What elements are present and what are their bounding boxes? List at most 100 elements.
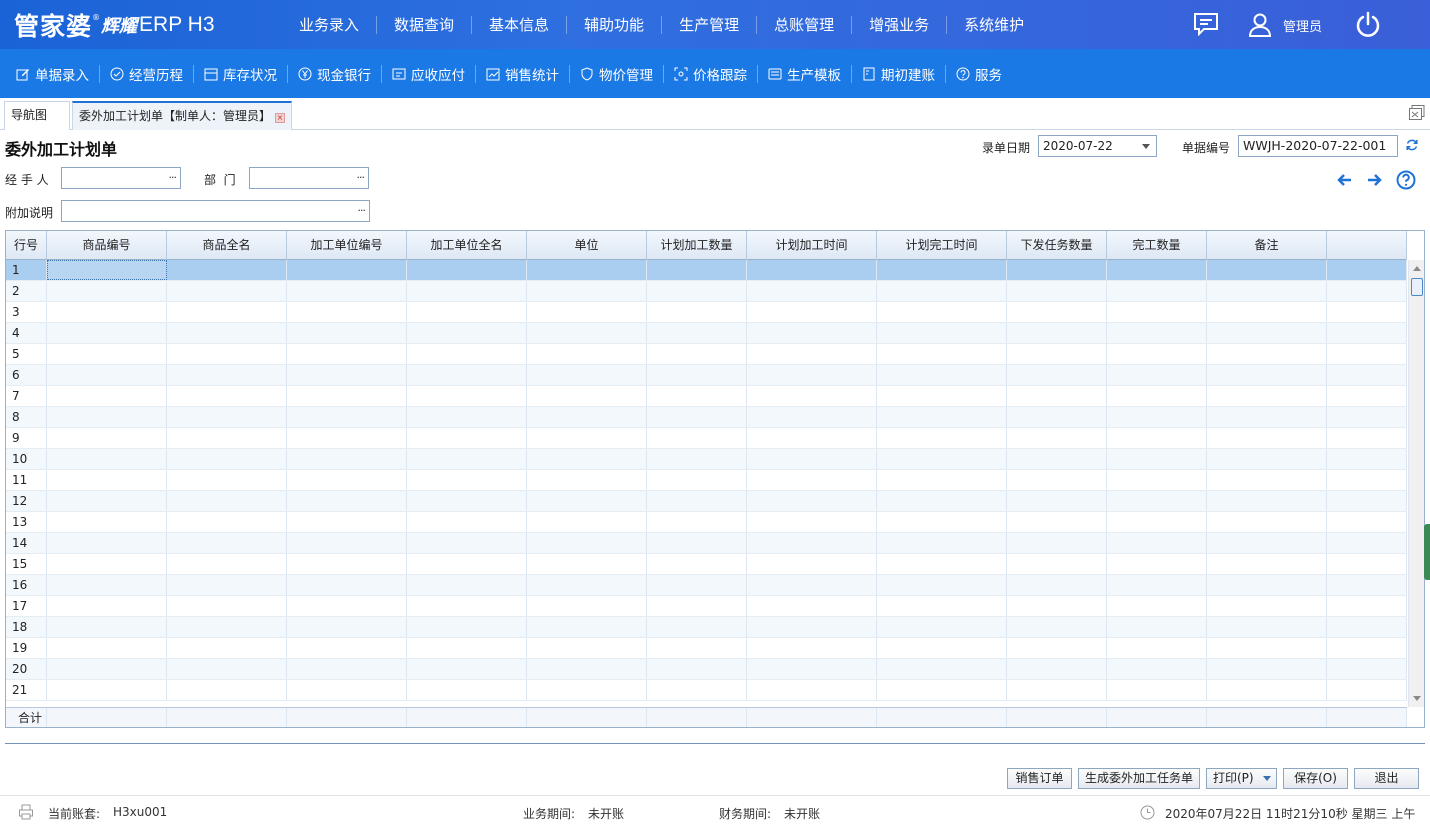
table-cell[interactable] bbox=[647, 470, 747, 490]
table-cell[interactable] bbox=[407, 659, 527, 679]
table-cell[interactable] bbox=[647, 428, 747, 448]
table-cell[interactable] bbox=[747, 260, 877, 280]
table-cell[interactable] bbox=[1207, 554, 1327, 574]
table-cell[interactable] bbox=[877, 407, 1007, 427]
column-header[interactable]: 商品编号 bbox=[47, 231, 167, 260]
table-row[interactable]: 18 bbox=[6, 617, 1407, 638]
table-cell[interactable] bbox=[407, 365, 527, 385]
table-cell[interactable] bbox=[527, 344, 647, 364]
table-cell[interactable] bbox=[877, 344, 1007, 364]
table-cell[interactable] bbox=[1327, 386, 1407, 406]
column-header[interactable]: 下发任务数量 bbox=[1007, 231, 1107, 260]
table-cell[interactable] bbox=[1007, 260, 1107, 280]
tab-navigation-map[interactable]: 导航图 bbox=[4, 101, 70, 130]
table-cell[interactable] bbox=[167, 365, 287, 385]
table-cell[interactable] bbox=[877, 617, 1007, 637]
table-cell[interactable] bbox=[1007, 344, 1107, 364]
column-header[interactable]: 备注 bbox=[1207, 231, 1327, 260]
table-cell[interactable] bbox=[1327, 302, 1407, 322]
table-cell[interactable] bbox=[647, 302, 747, 322]
table-cell[interactable] bbox=[287, 554, 407, 574]
table-cell[interactable] bbox=[287, 659, 407, 679]
table-cell[interactable] bbox=[1327, 407, 1407, 427]
table-cell[interactable] bbox=[747, 365, 877, 385]
table-cell[interactable] bbox=[1327, 596, 1407, 616]
table-cell[interactable] bbox=[647, 575, 747, 595]
table-cell[interactable] bbox=[877, 302, 1007, 322]
date-picker[interactable]: 2020-07-22 bbox=[1038, 135, 1157, 157]
table-cell[interactable] bbox=[47, 680, 167, 700]
table-cell[interactable] bbox=[647, 617, 747, 637]
table-cell[interactable] bbox=[647, 323, 747, 343]
table-cell[interactable] bbox=[47, 512, 167, 532]
toolbar-cash-bank[interactable]: 现金银行 bbox=[288, 64, 382, 84]
close-tab-icon[interactable]: × bbox=[275, 113, 285, 123]
table-cell[interactable] bbox=[877, 428, 1007, 448]
table-cell[interactable] bbox=[47, 470, 167, 490]
table-cell[interactable] bbox=[1207, 533, 1327, 553]
table-cell[interactable] bbox=[1107, 428, 1207, 448]
table-cell[interactable] bbox=[647, 596, 747, 616]
table-row[interactable]: 14 bbox=[6, 533, 1407, 554]
table-cell[interactable] bbox=[647, 407, 747, 427]
table-cell[interactable] bbox=[877, 554, 1007, 574]
table-row[interactable]: 12 bbox=[6, 491, 1407, 512]
table-cell[interactable] bbox=[287, 260, 407, 280]
table-cell[interactable] bbox=[1107, 554, 1207, 574]
table-cell[interactable] bbox=[1107, 323, 1207, 343]
generate-task-button[interactable]: 生成委外加工任务单 bbox=[1078, 768, 1200, 789]
table-row[interactable]: 16 bbox=[6, 575, 1407, 596]
table-row[interactable]: 20 bbox=[6, 659, 1407, 680]
table-cell[interactable] bbox=[1107, 596, 1207, 616]
column-header[interactable]: 加工单位编号 bbox=[287, 231, 407, 260]
toolbar-opening-accounts[interactable]: 期初建账 bbox=[852, 64, 946, 84]
table-cell[interactable] bbox=[1107, 680, 1207, 700]
table-cell[interactable] bbox=[407, 596, 527, 616]
table-cell[interactable] bbox=[1207, 617, 1327, 637]
doc-number-field[interactable]: WWJH-2020-07-22-001 bbox=[1238, 135, 1398, 157]
table-cell[interactable] bbox=[1327, 617, 1407, 637]
table-cell[interactable] bbox=[47, 491, 167, 511]
table-row[interactable]: 15 bbox=[6, 554, 1407, 575]
table-cell[interactable] bbox=[407, 491, 527, 511]
table-cell[interactable] bbox=[1007, 470, 1107, 490]
table-cell[interactable] bbox=[1207, 344, 1327, 364]
main-nav-system[interactable]: 系统维护 bbox=[947, 16, 1041, 34]
table-cell[interactable] bbox=[647, 512, 747, 532]
table-cell[interactable] bbox=[527, 302, 647, 322]
table-cell[interactable] bbox=[1327, 281, 1407, 301]
table-cell[interactable] bbox=[877, 659, 1007, 679]
table-cell[interactable] bbox=[877, 596, 1007, 616]
table-cell[interactable] bbox=[407, 638, 527, 658]
table-cell[interactable] bbox=[1107, 659, 1207, 679]
table-cell[interactable] bbox=[1007, 302, 1107, 322]
table-cell[interactable] bbox=[527, 449, 647, 469]
help-circle-icon[interactable] bbox=[1396, 170, 1416, 190]
table-cell[interactable] bbox=[1207, 428, 1327, 448]
table-cell[interactable] bbox=[1007, 407, 1107, 427]
table-cell[interactable] bbox=[1107, 533, 1207, 553]
table-cell[interactable] bbox=[1207, 491, 1327, 511]
table-cell[interactable] bbox=[1327, 344, 1407, 364]
table-cell[interactable] bbox=[1107, 302, 1207, 322]
chevron-down-icon[interactable] bbox=[1263, 776, 1271, 781]
table-cell[interactable] bbox=[1207, 575, 1327, 595]
table-cell[interactable] bbox=[747, 512, 877, 532]
grid-vertical-scrollbar[interactable] bbox=[1408, 260, 1424, 707]
table-cell[interactable] bbox=[877, 512, 1007, 532]
table-cell[interactable] bbox=[1327, 575, 1407, 595]
table-cell[interactable] bbox=[747, 617, 877, 637]
table-cell[interactable] bbox=[1327, 554, 1407, 574]
main-nav-production[interactable]: 生产管理 bbox=[662, 15, 758, 34]
table-cell[interactable] bbox=[747, 323, 877, 343]
table-cell[interactable] bbox=[1107, 260, 1207, 280]
table-cell[interactable] bbox=[1327, 659, 1407, 679]
table-cell[interactable] bbox=[1007, 554, 1107, 574]
table-cell[interactable] bbox=[1007, 491, 1107, 511]
table-cell[interactable] bbox=[647, 533, 747, 553]
table-row[interactable]: 10 bbox=[6, 449, 1407, 470]
table-cell[interactable] bbox=[1207, 407, 1327, 427]
table-cell[interactable] bbox=[527, 554, 647, 574]
table-row[interactable]: 21 bbox=[6, 680, 1407, 701]
table-cell[interactable] bbox=[1007, 512, 1107, 532]
